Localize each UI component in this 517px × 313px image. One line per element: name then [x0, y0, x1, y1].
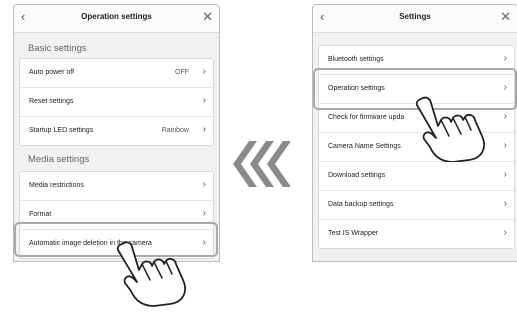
startup-led-settings-row[interactable]: Startup LED settings Rainbow › [20, 117, 213, 145]
chevron-right-icon: › [202, 179, 206, 190]
header: ‹ Settings ✕ [313, 5, 517, 33]
row-label: Reset settings [29, 98, 74, 105]
media-restrictions-row[interactable]: Media restrictions › [20, 172, 213, 201]
pointing-hand-icon [110, 240, 200, 313]
chevron-right-icon: › [503, 198, 507, 209]
section-title-basic: Basic settings [28, 43, 87, 54]
row-label: Startup LED settings [29, 127, 94, 134]
basic-settings-group: Auto power off OFF › Reset settings › St… [19, 58, 214, 146]
close-icon[interactable]: ✕ [202, 8, 213, 26]
page-title: Settings [399, 12, 431, 21]
chevron-right-icon: › [503, 53, 507, 64]
row-label: Bluetooth settings [328, 56, 384, 63]
chevron-right-icon: › [202, 208, 206, 219]
row-label: Data backup settings [328, 201, 394, 208]
row-label: Check for firmware upda [328, 114, 405, 121]
row-value: Rainbow [161, 127, 189, 134]
page-title: Operation settings [81, 12, 152, 21]
row-label: Camera Name Settings [328, 143, 401, 150]
row-label: Auto power off [29, 69, 75, 76]
data-backup-settings-row[interactable]: Data backup settings › [319, 191, 514, 220]
chevron-right-icon: › [503, 169, 507, 180]
auto-power-off-row[interactable]: Auto power off OFF › [20, 59, 213, 88]
test-is-wrapper-row[interactable]: Test IS Wrapper › [319, 220, 514, 248]
header: ‹ Operation settings ✕ [14, 5, 219, 33]
row-value: OFF [175, 69, 189, 76]
chevron-right-icon: › [202, 95, 206, 106]
row-label: Media restrictions [29, 182, 84, 189]
chevron-right-icon: › [202, 124, 206, 135]
chevron-right-icon: › [202, 66, 206, 77]
pointing-hand-icon [405, 96, 505, 167]
reset-settings-row[interactable]: Reset settings › [20, 88, 213, 117]
row-label: Test IS Wrapper [328, 230, 379, 237]
row-label: Download settings [328, 172, 386, 179]
row-label: Format [29, 211, 52, 218]
chevron-right-icon: › [503, 227, 507, 238]
close-icon[interactable]: ✕ [500, 8, 511, 26]
section-title-media: Media settings [28, 154, 90, 165]
